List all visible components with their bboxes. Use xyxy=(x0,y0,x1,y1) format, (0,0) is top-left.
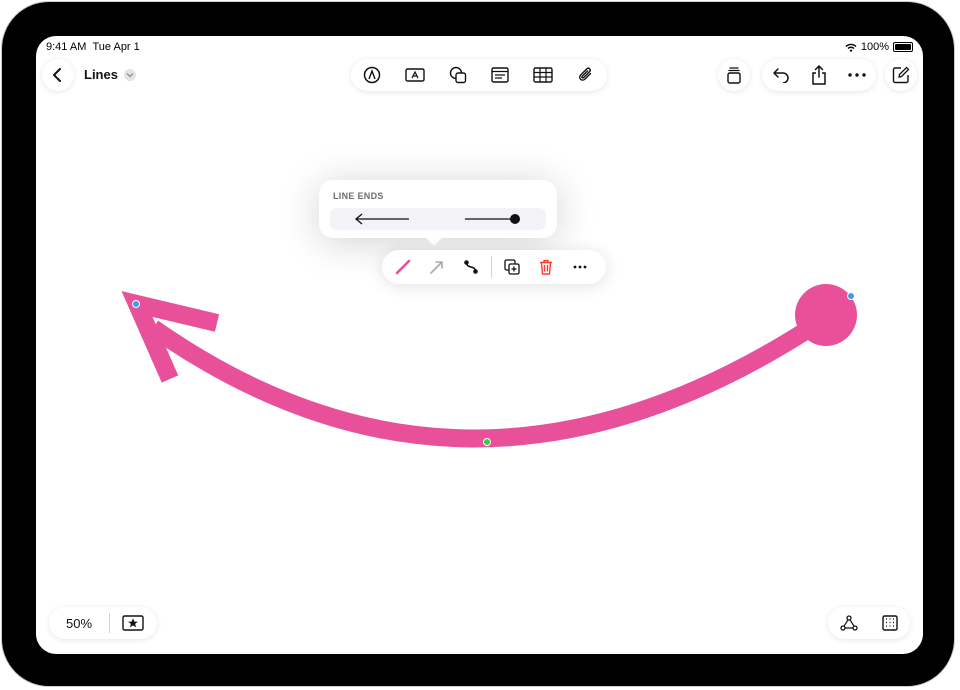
popover-title: LINE ENDS xyxy=(333,191,384,201)
more-icon xyxy=(573,265,587,269)
popover-pointer xyxy=(426,238,442,246)
connection-button[interactable] xyxy=(454,250,488,284)
start-handle[interactable] xyxy=(132,300,140,308)
line-style-button[interactable] xyxy=(386,250,420,284)
favorites-star-icon xyxy=(122,615,144,631)
shape-context-menu xyxy=(382,250,606,284)
duplicate-button[interactable] xyxy=(495,250,529,284)
canvas-drawing xyxy=(121,284,857,448)
curve-control-handle[interactable] xyxy=(483,438,491,446)
end-handle[interactable] xyxy=(847,292,855,300)
curved-line-shape[interactable] xyxy=(147,313,826,448)
context-more-button[interactable] xyxy=(563,250,597,284)
duplicate-icon xyxy=(504,259,520,275)
end-dot-end-option[interactable] xyxy=(464,213,522,225)
connection-icon xyxy=(464,260,478,274)
zoom-level[interactable]: 50% xyxy=(49,616,109,631)
arrow-button[interactable] xyxy=(420,250,454,284)
line-style-icon xyxy=(395,259,411,275)
context-menu-separator xyxy=(491,256,492,278)
favorites-button[interactable] xyxy=(110,607,156,639)
connect-button[interactable] xyxy=(830,607,868,639)
arrow-icon xyxy=(430,261,443,274)
freeform-canvas-screen[interactable]: 9:41 AM Tue Apr 1 100% Lines LINE ENDS 5… xyxy=(36,36,923,654)
delete-button[interactable] xyxy=(529,250,563,284)
connect-nodes-icon xyxy=(839,615,858,631)
grid-icon xyxy=(881,615,898,631)
canvas-tools-toolbar xyxy=(828,607,910,639)
zoom-control: 50% xyxy=(49,607,157,639)
line-ends-popover: LINE ENDS xyxy=(319,180,557,238)
line-ends-row xyxy=(330,208,546,230)
start-arrow-end-option[interactable] xyxy=(354,213,410,225)
line-end-dot xyxy=(795,284,857,346)
delete-icon xyxy=(540,259,552,275)
grid-button[interactable] xyxy=(871,607,909,639)
